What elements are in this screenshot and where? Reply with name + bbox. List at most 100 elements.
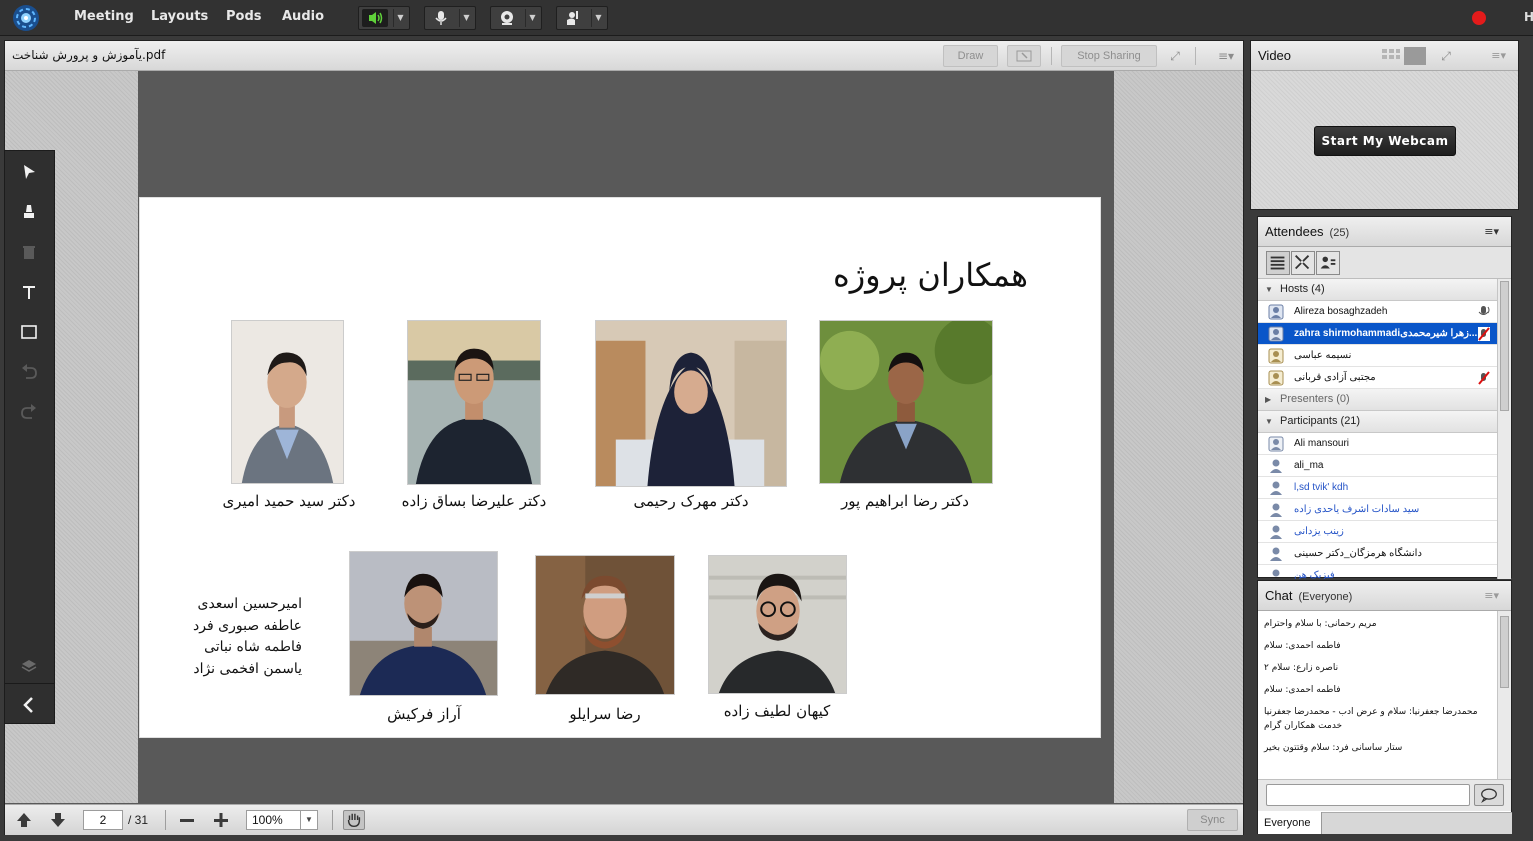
chat-message: فاطمه احمدی: سلام (1264, 685, 1341, 695)
presenters-group[interactable]: ▶ Presenters (0) (1258, 389, 1497, 411)
speaker-button[interactable]: ▼ (358, 6, 410, 30)
zoom-in-button[interactable] (210, 810, 232, 830)
send-message-button[interactable] (1474, 784, 1504, 806)
attendee-row[interactable]: ali_ma (1258, 455, 1497, 477)
attendees-title-label: Attendees (1265, 224, 1324, 239)
attendee-row[interactable]: زینب یزدانی (1258, 521, 1497, 543)
fullscreen-icon[interactable]: ⤢ (1437, 47, 1455, 65)
arrow-down-icon (51, 813, 65, 827)
chat-tab-strip (1322, 812, 1512, 834)
pod-options-menu[interactable]: ≡▾ (1484, 589, 1499, 602)
microphone-muted-icon (1478, 327, 1490, 341)
scrollbar-thumb[interactable] (1500, 281, 1509, 411)
grid-view-icon[interactable] (1381, 47, 1401, 65)
help-menu[interactable]: H (1524, 10, 1533, 24)
chat-tab-everyone[interactable]: Everyone (1258, 812, 1322, 834)
next-page-button[interactable] (47, 810, 69, 830)
attendee-row-selected[interactable]: zahra shirmohammadiزهرا شیرمحمدی... (1258, 323, 1497, 345)
sync-button[interactable]: Sync (1187, 809, 1238, 831)
list-view-icon[interactable] (1266, 251, 1290, 275)
status-button[interactable]: ▼ (556, 6, 608, 30)
start-webcam-button[interactable]: Start My Webcam (1314, 126, 1456, 156)
redo-tool[interactable] (5, 393, 54, 431)
chat-scrollbar[interactable] (1497, 611, 1511, 779)
webcam-toggle-button[interactable]: ▼ (490, 6, 542, 30)
video-pod-header: Video ⤢ ≡▾ (1251, 41, 1518, 71)
pod-options-menu[interactable]: ≡▾ (1491, 49, 1506, 62)
sync-view-button[interactable] (1007, 45, 1041, 67)
host-user-icon (1268, 348, 1284, 364)
page-number-input[interactable]: 2 (83, 810, 123, 830)
hosts-group[interactable]: ▼ Hosts (4) (1258, 279, 1497, 301)
delete-tool[interactable] (5, 233, 54, 271)
chat-input-area (1258, 779, 1511, 811)
microphone-button[interactable]: ▼ (424, 6, 476, 30)
chat-message-input[interactable] (1266, 784, 1470, 806)
chat-message: مریم رحمانی: با سلام واحترام (1264, 619, 1377, 629)
host-user-icon (1268, 326, 1284, 342)
team-name: امیرحسین اسعدی (197, 596, 303, 612)
attendee-row[interactable]: l,sd tvik' kdh (1258, 477, 1497, 499)
attendee-row[interactable]: دانشگاه هرمزگان_دکتر حسینی (1258, 543, 1497, 565)
top-menu-bar: Meeting Layouts Pods Audio ▼ ▼ ▼ ▼ H (0, 0, 1533, 36)
participant-user-icon (1268, 436, 1284, 452)
participants-group[interactable]: ▼ Participants (21) (1258, 411, 1497, 433)
filmstrip-view-icon[interactable] (1404, 47, 1426, 65)
attendee-row[interactable]: سید سادات اشرف یاحدی زاده (1258, 499, 1497, 521)
attendee-row[interactable]: مجتبی آزادی قربانی (1258, 367, 1497, 389)
attendee-row[interactable]: Alireza bosaghzadeh (1258, 301, 1497, 323)
scrollbar-thumb[interactable] (1500, 616, 1509, 688)
microphone-icon (428, 9, 454, 27)
draw-button[interactable]: Draw (943, 45, 998, 67)
pod-options-menu[interactable]: ≡▾ (1213, 47, 1239, 65)
previous-page-button[interactable] (13, 810, 35, 830)
share-pod-footer: 2 / 31 100% ▼ Sync (5, 804, 1243, 835)
pod-options-menu[interactable]: ≡▾ (1484, 225, 1499, 238)
chevron-right-icon: ▶ (1265, 395, 1272, 404)
stop-sharing-button[interactable]: Stop Sharing (1061, 45, 1157, 67)
collapse-palette-button[interactable] (5, 686, 54, 724)
highlighter-tool[interactable] (5, 193, 54, 231)
chevron-down-icon[interactable]: ▼ (459, 9, 473, 27)
participant-user-icon (1270, 459, 1282, 473)
menu-audio[interactable]: Audio (282, 9, 324, 24)
zoom-select[interactable]: 100% ▼ (246, 810, 318, 830)
chevron-down-icon[interactable]: ▼ (591, 9, 605, 27)
attendee-row[interactable]: فیزیک هن (1258, 565, 1497, 579)
layers-tool[interactable] (5, 647, 54, 685)
rectangle-icon (21, 325, 37, 339)
menu-pods[interactable]: Pods (226, 9, 262, 24)
attendee-name: فیزیک هن (1294, 570, 1335, 579)
zoom-value: 100% (252, 813, 283, 827)
chevron-down-icon[interactable]: ▼ (300, 811, 317, 829)
select-tool[interactable] (5, 153, 54, 191)
chat-pod: Chat (Everyone) ≡▾ مریم رحمانی: با سلام و… (1257, 580, 1512, 834)
attendee-name: زینب یزدانی (1294, 526, 1344, 537)
chat-messages: مریم رحمانی: با سلام واحترام فاطمه احمدی… (1258, 611, 1497, 779)
shape-tool[interactable] (5, 313, 54, 351)
participant-user-icon (1270, 503, 1282, 517)
attendee-name: Ali mansouri (1294, 438, 1350, 449)
person-photo-sarailoo (535, 555, 675, 695)
group-label: Hosts (4) (1280, 283, 1325, 295)
recording-indicator-icon[interactable] (1472, 11, 1486, 25)
attendee-list-scrollbar[interactable] (1497, 279, 1511, 579)
menu-meeting[interactable]: Meeting (74, 9, 134, 24)
participant-user-icon (1272, 569, 1280, 577)
menu-layouts[interactable]: Layouts (151, 9, 208, 24)
hand-tool-button[interactable] (343, 810, 365, 830)
fullscreen-icon[interactable]: ⤢ (1166, 47, 1184, 65)
status-view-icon[interactable] (1316, 251, 1340, 275)
text-tool[interactable] (5, 273, 54, 311)
attendee-name: مجتبی آزادی قربانی (1294, 372, 1376, 383)
attendees-pod: Attendees (25) ≡▾ ▼ Hosts (4) Alireza bosa… (1257, 216, 1512, 579)
chevron-down-icon[interactable]: ▼ (393, 9, 407, 27)
team-names-list: امیرحسین اسعدی عاطفه صبوری فرد فاطمه شاه… (190, 594, 302, 680)
undo-tool[interactable] (5, 353, 54, 391)
zoom-out-button[interactable] (176, 810, 198, 830)
expand-view-icon[interactable] (1291, 251, 1315, 275)
attendee-row[interactable]: Ali mansouri (1258, 433, 1497, 455)
attendee-row[interactable]: نسیمه عباسی (1258, 345, 1497, 367)
chevron-down-icon[interactable]: ▼ (525, 9, 539, 27)
attendee-name: سید سادات اشرف یاحدی زاده (1294, 504, 1420, 515)
